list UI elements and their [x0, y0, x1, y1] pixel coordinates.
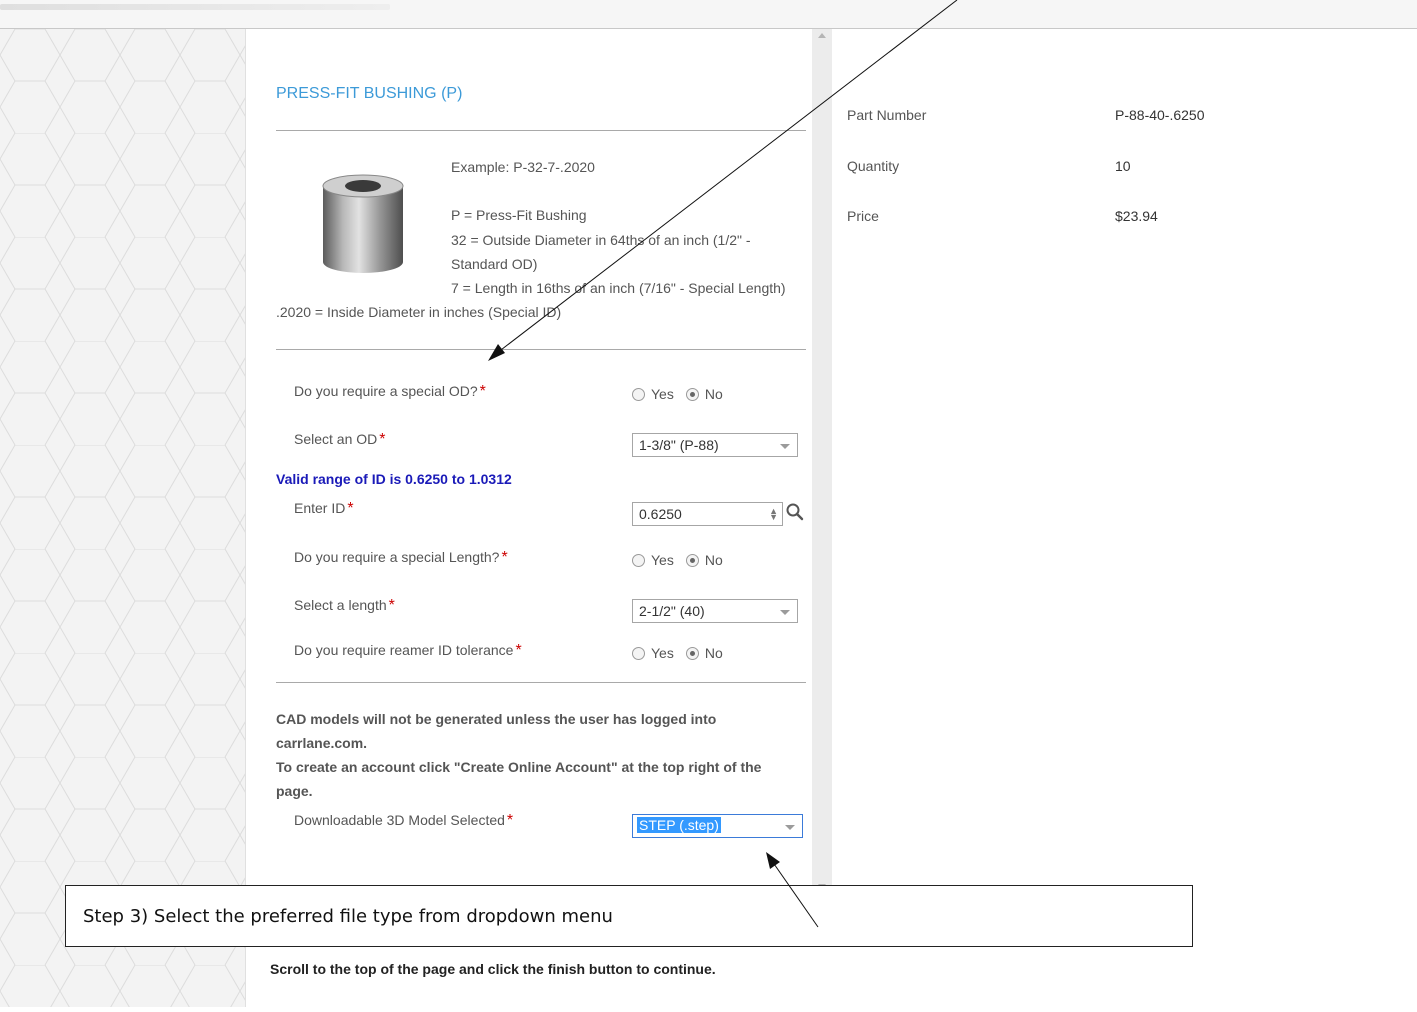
enter-id-label: Enter ID * [294, 500, 354, 517]
required-mark: * [347, 500, 354, 517]
required-mark: * [506, 812, 514, 829]
required-mark: * [379, 431, 386, 448]
up-down-arrows-icon[interactable]: ▲ ▼ [769, 507, 778, 522]
divider [276, 349, 806, 350]
id-input-value: 0.6250 [639, 506, 682, 522]
required-mark: * [388, 597, 395, 614]
id-number-input[interactable]: 0.6250 ▲ ▼ [632, 502, 783, 526]
example-line: P = Press-Fit Bushing [451, 207, 587, 223]
cad-note-line: CAD models will not be generated unless … [276, 711, 717, 727]
special-od-radio-group: Yes No [632, 386, 723, 402]
quantity-label: Quantity [847, 158, 900, 174]
radio-no-label: No [704, 552, 723, 568]
special-length-radio-group: Yes No [632, 552, 723, 568]
length-select-value: 2-1/2" (40) [639, 603, 705, 619]
special-length-label: Do you require a special Length? * [294, 549, 508, 566]
chevron-down-icon [780, 444, 790, 449]
radio-yes-label: Yes [651, 386, 674, 402]
reamer-radio-group: Yes No [632, 645, 723, 661]
chevron-down-icon [780, 610, 790, 615]
radio-yes-label: Yes [651, 645, 674, 661]
bushing-image [322, 174, 404, 273]
cad-note-line: carrlane.com. [276, 735, 368, 751]
blurred-url [0, 4, 390, 10]
cad-note-line: page. [276, 783, 313, 799]
length-select[interactable]: 2-1/2" (40) [632, 599, 798, 623]
browser-top-bar [0, 0, 1417, 29]
radio-no-label: No [704, 386, 723, 402]
scrollbar-track[interactable] [812, 29, 832, 887]
cad-login-note: CAD models will not be generated unless … [276, 707, 806, 803]
price-value: $23.94 [1115, 208, 1158, 224]
model-select-label: Downloadable 3D Model Selected * [294, 812, 514, 829]
reamer-label: Do you require reamer ID tolerance * [294, 642, 522, 659]
step-callout-text: Step 3) Select the preferred file type f… [83, 906, 613, 927]
example-line: .2020 = Inside Diameter in inches (Speci… [276, 304, 562, 320]
select-od-label: Select an OD * [294, 431, 386, 448]
id-range-note: Valid range of ID is 0.6250 to 1.0312 [276, 471, 512, 487]
required-mark: * [479, 383, 486, 400]
special-od-label: Do you require a special OD? * [294, 383, 486, 400]
step-callout-box: Step 3) Select the preferred file type f… [65, 885, 1193, 947]
select-length-label: Select a length * [294, 597, 395, 614]
quantity-value: 10 [1115, 158, 1131, 174]
reamer-yes-radio[interactable] [632, 646, 645, 660]
radio-no-label: No [704, 645, 723, 661]
example-line: 32 = Outside Diameter in 64ths of an inc… [451, 232, 751, 248]
special-length-no-radio[interactable] [685, 553, 699, 567]
part-number-value: P-88-40-.6250 [1115, 107, 1205, 123]
example-line: 7 = Length in 16ths of an inch (7/16" - … [451, 280, 786, 296]
od-select[interactable]: 1-3/8" (P-88) [632, 433, 798, 457]
hexagon-pattern [0, 29, 245, 1007]
price-label: Price [847, 208, 879, 224]
radio-yes-label: Yes [651, 552, 674, 568]
special-od-no-radio[interactable] [685, 387, 699, 401]
reamer-no-radio[interactable] [685, 646, 699, 660]
arrowhead-icon [488, 344, 505, 361]
od-select-value: 1-3/8" (P-88) [639, 437, 719, 453]
hexagon-background-panel [0, 29, 246, 1007]
scroll-up-arrow-icon[interactable] [818, 33, 826, 38]
divider [276, 130, 806, 131]
magnifier-icon[interactable] [786, 503, 804, 521]
special-od-yes-radio[interactable] [632, 387, 645, 401]
model-format-select[interactable]: STEP (.step) [632, 814, 803, 838]
required-mark: * [501, 549, 508, 566]
special-length-yes-radio[interactable] [632, 553, 645, 567]
scroll-instruction: Scroll to the top of the page and click … [270, 961, 716, 977]
example-line: Example: P-32-7-.2020 [451, 159, 595, 175]
model-format-value: STEP (.step) [637, 817, 721, 833]
example-line: Standard OD) [451, 256, 538, 272]
arrowhead-icon [766, 852, 780, 869]
divider [276, 682, 806, 683]
product-title: PRESS-FIT BUSHING (P) [276, 85, 463, 102]
required-mark: * [515, 642, 522, 659]
part-number-label: Part Number [847, 107, 927, 123]
cad-note-line: To create an account click "Create Onlin… [276, 759, 762, 775]
chevron-down-icon [785, 825, 795, 830]
